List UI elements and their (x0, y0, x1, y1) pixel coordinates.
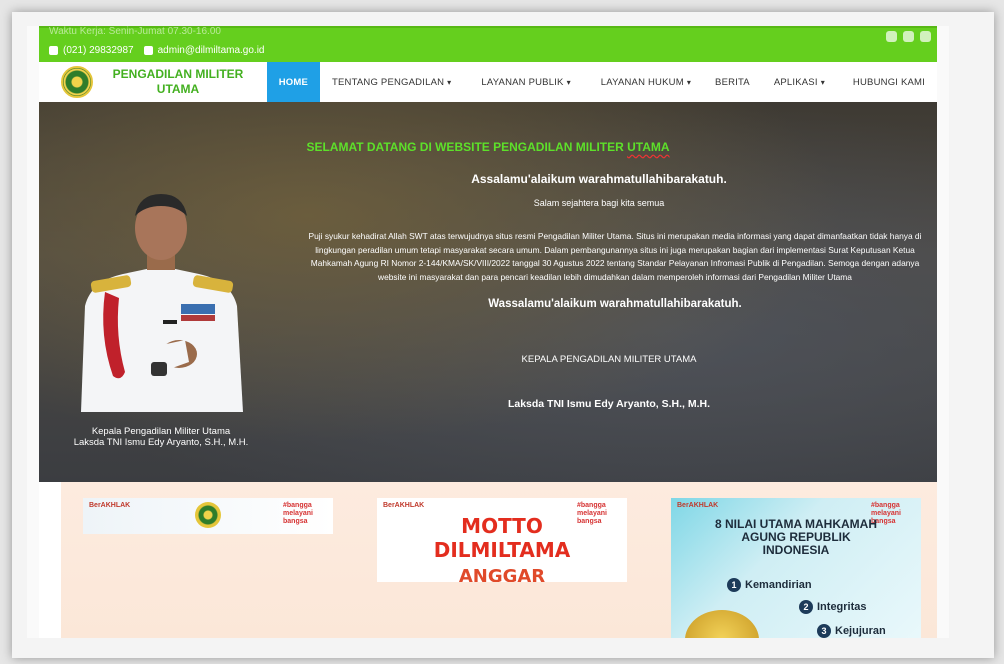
menu-label: APLIKASI (773, 76, 818, 88)
caption-position: Kepala Pengadilan Militer Utama (91, 426, 231, 437)
greeting: Assalamu'alaikum warahmatullahibarakatuh… (471, 172, 727, 186)
portrait-caption: Kepala Pengadilan Militer Utama Laksda T… (39, 426, 283, 448)
main-menu: HOME TENTANG PENGADILAN ▾ LAYANAN PUBLIK ▾… (266, 62, 937, 102)
menu-home[interactable]: HOME (266, 62, 320, 102)
menu-label: LAYANAN PUBLIK (481, 76, 564, 88)
court-emblem-icon (195, 502, 221, 528)
welcome-title-underlined: UTAMA (627, 140, 670, 154)
chevron-down-icon: ▾ (447, 77, 452, 87)
nilai-item: 1 Kemandirian (727, 578, 812, 592)
menu-aplikasi[interactable]: APLIKASI ▾ (762, 62, 837, 102)
top-contact-bar: Waktu Kerja: Senin-Jumat 07.30-16.00 (02… (39, 26, 937, 62)
motto-line-1: MOTTO (461, 514, 543, 538)
nilai-label: Kemandirian (745, 579, 812, 591)
berakhlak-banner: BerAKHLAK #bangga melayani bangsa (83, 498, 333, 534)
head-name: Laksda TNI Ismu Edy Aryanto, S.H., M.H. (507, 398, 711, 410)
email-address: admin@dilmiltama.go.id (157, 45, 265, 56)
nilai-title: 8 NILAI UTAMA MAHKAMAH AGUNG REPUBLIK IN… (715, 517, 877, 557)
closing-greeting: Wassalamu'alaikum warahmatullahibarakatu… (488, 298, 742, 310)
officer-portrait (81, 194, 243, 412)
mail-icon (143, 46, 153, 55)
youtube-icon[interactable] (903, 31, 914, 42)
menu-hubungi-kami[interactable]: HUBUNGI KAMI (837, 62, 937, 102)
menu-tentang-pengadilan[interactable]: TENTANG PENGADILAN ▾ (320, 62, 463, 102)
facebook-icon[interactable] (886, 31, 897, 42)
banner-card-1[interactable]: BerAKHLAK #bangga melayani bangsa (61, 482, 355, 638)
motto-line-3: ANGGAR (458, 566, 546, 582)
menu-label: LAYANAN HUKUM (600, 76, 684, 88)
motto-banner: BerAKHLAK #bangga melayani bangsa MOTTO … (377, 498, 627, 582)
court-emblem-icon (61, 66, 93, 98)
instagram-icon[interactable] (920, 31, 931, 42)
email-contact[interactable]: admin@dilmiltama.go.id (143, 45, 265, 56)
nilai-label: Integritas (817, 601, 867, 613)
welcome-title-text: SELAMAT DATANG DI WEBSITE PENGADILAN MIL… (306, 140, 628, 154)
berakhlak-badge: BerAKHLAK (383, 502, 425, 509)
menu-label: HOME (278, 76, 308, 88)
caption-name: Laksda TNI Ismu Edy Aryanto, S.H., M.H. (73, 437, 249, 448)
nilai-label: Kejujuran (835, 625, 886, 637)
nilai-item: 2 Integritas (799, 600, 867, 614)
phone-contact[interactable]: (021) 29832987 (49, 45, 134, 56)
main-navbar: PENGADILAN MILITER UTAMA HOME TENTANG PE… (39, 62, 937, 102)
chevron-down-icon: ▾ (686, 77, 692, 87)
menu-layanan-hukum[interactable]: LAYANAN HUKUM ▾ (583, 62, 703, 102)
greeting-secondary: Salam sejahtera bagi kita semua (533, 198, 665, 208)
number-badge: 1 (727, 578, 741, 592)
phone-icon (49, 46, 58, 55)
gold-medal-icon (685, 610, 759, 638)
menu-layanan-publik[interactable]: LAYANAN PUBLIK ▾ (463, 62, 582, 102)
welcome-hero: SELAMAT DATANG DI WEBSITE PENGADILAN MIL… (39, 102, 937, 482)
site-logo[interactable]: PENGADILAN MILITER UTAMA (39, 66, 267, 98)
menu-berita[interactable]: BERITA (703, 62, 762, 102)
chevron-down-icon: ▾ (566, 77, 571, 87)
welcome-paragraph: Puji syukur kehadirat Allah SWT atas ter… (308, 231, 922, 282)
social-links (886, 31, 931, 42)
number-badge: 3 (817, 624, 831, 638)
motto-line-2: DILMILTAMA (433, 538, 571, 562)
bangga-badge: #bangga melayani bangsa (283, 502, 313, 525)
banner-cards: BerAKHLAK #bangga melayani bangsa BerAKH… (39, 482, 937, 638)
berakhlak-badge: BerAKHLAK (677, 502, 719, 509)
site-title: PENGADILAN MILITER UTAMA (112, 67, 244, 96)
working-hours: Waktu Kerja: Senin-Jumat 07.30-16.00 (49, 26, 221, 37)
banner-card-3[interactable]: BerAKHLAK #bangga melayani bangsa 8 NILA… (649, 482, 937, 638)
website-page: Waktu Kerja: Senin-Jumat 07.30-16.00 (02… (27, 26, 949, 638)
menu-label: TENTANG PENGADILAN (332, 76, 445, 88)
menu-label: HUBUNGI KAMI (852, 76, 925, 88)
phone-number: (021) 29832987 (63, 45, 134, 56)
contact-info: (021) 29832987 admin@dilmiltama.go.id (49, 45, 265, 56)
number-badge: 2 (799, 600, 813, 614)
nilai-utama-banner: BerAKHLAK #bangga melayani bangsa 8 NILA… (671, 498, 921, 638)
welcome-title: SELAMAT DATANG DI WEBSITE PENGADILAN MIL… (39, 140, 937, 154)
nilai-item: 3 Kejujuran (817, 624, 886, 638)
menu-label: BERITA (715, 76, 750, 88)
chevron-down-icon: ▾ (820, 77, 825, 87)
head-position: KEPALA PENGADILAN MILITER UTAMA (521, 354, 697, 365)
banner-card-2[interactable]: BerAKHLAK #bangga melayani bangsa MOTTO … (355, 482, 649, 638)
berakhlak-badge: BerAKHLAK (89, 502, 131, 509)
